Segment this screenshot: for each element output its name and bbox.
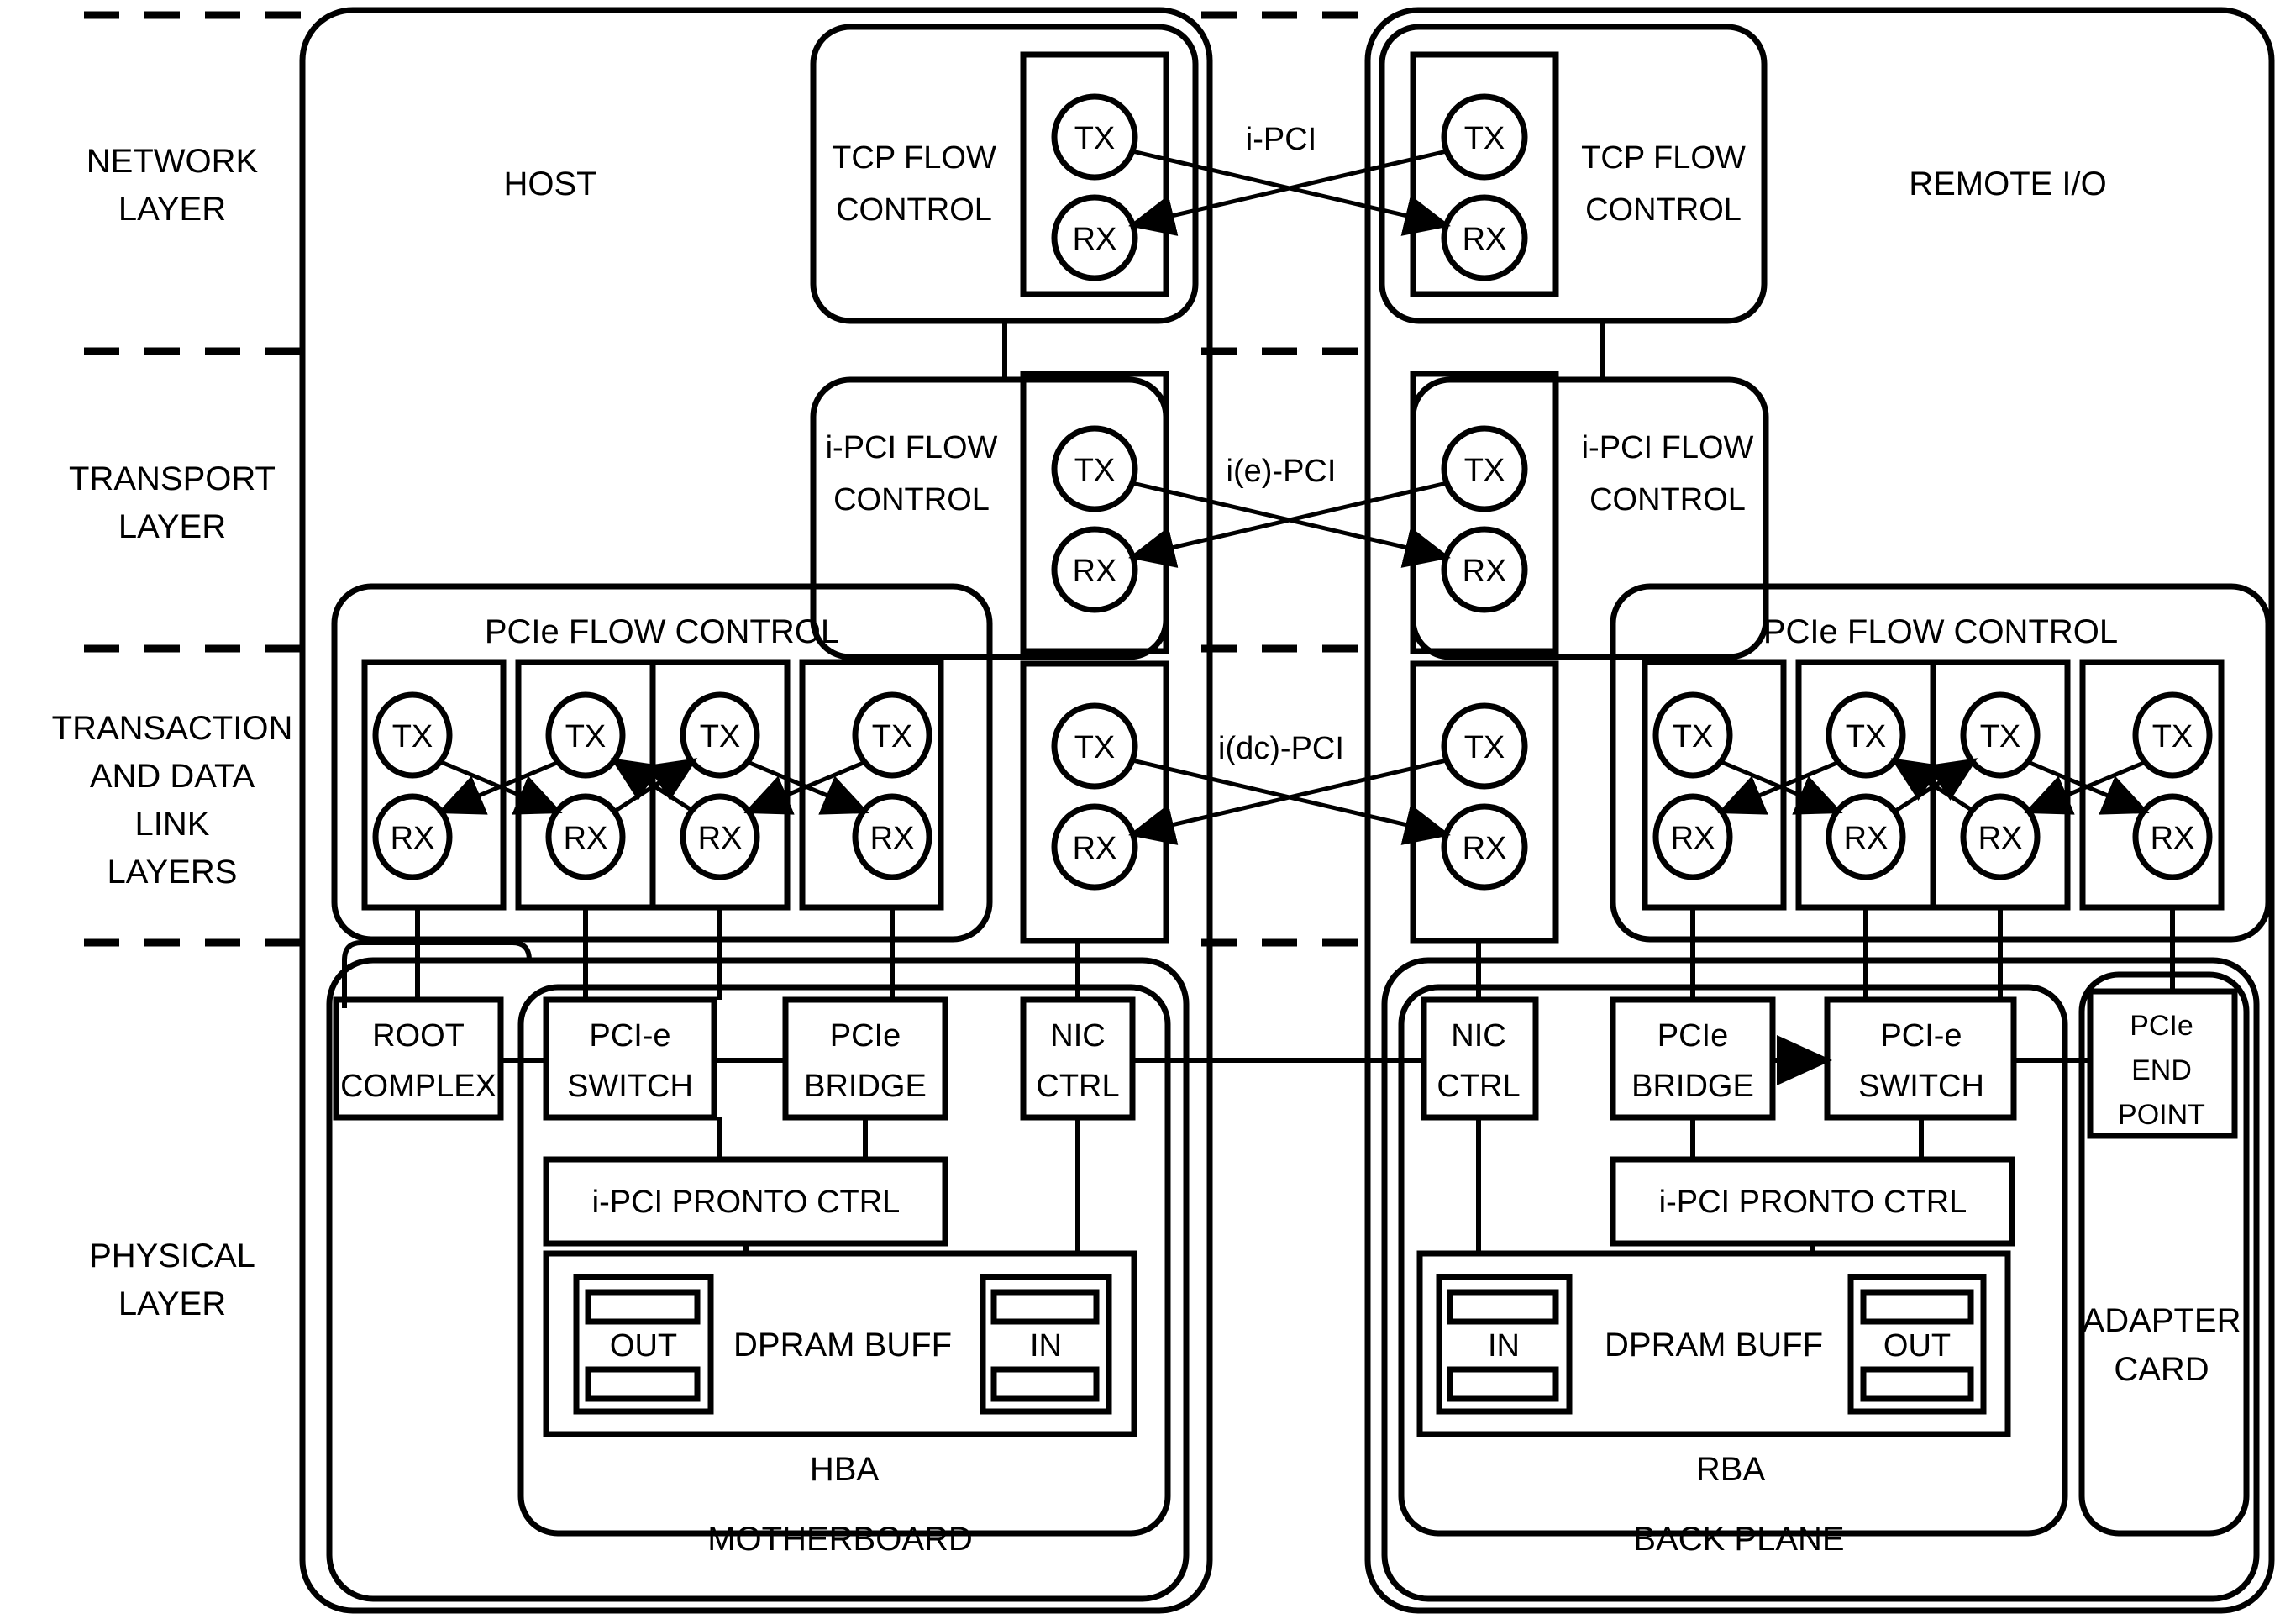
link-label-network: i-PCI bbox=[1246, 122, 1316, 157]
host-pcie-switch-label-l2: SWITCH bbox=[567, 1069, 693, 1104]
remote-nic-ctrl-label-l2: CTRL bbox=[1437, 1069, 1520, 1104]
host-lane1-tx-label: TX bbox=[392, 719, 433, 754]
layer-label-transport-l1: TRANSPORT bbox=[69, 460, 276, 497]
host-lane3-tx-label: TX bbox=[700, 719, 741, 754]
backplane-label: BACK PLANE bbox=[1633, 1521, 1844, 1558]
host-tcp-flow-label-l1: TCP FLOW bbox=[832, 140, 996, 176]
layer-label-physical-l2: LAYER bbox=[118, 1285, 226, 1322]
link-label-transport: i(e)-PCI bbox=[1227, 454, 1337, 489]
remote-lane3-rx-label: RX bbox=[1978, 821, 2023, 856]
remote-ipci-rx-label: RX bbox=[1463, 554, 1507, 589]
host-pcie-switch-label-l1: PCI-e bbox=[589, 1018, 670, 1054]
remote-pcie-bridge-label-l2: BRIDGE bbox=[1631, 1069, 1754, 1104]
pcie-end-point-label-l3: POINT bbox=[2118, 1099, 2205, 1131]
host-in-buffer-label: IN bbox=[1030, 1328, 1062, 1364]
host-lane1-rx-label: RX bbox=[391, 821, 435, 856]
diagram-canvas: NETWORK LAYER TRANSPORT LAYER TRANSACTIO… bbox=[0, 0, 2280, 1624]
remote-tcp-flow-label-l2: CONTROL bbox=[1585, 192, 1742, 228]
remote-lane3-tx-label: TX bbox=[1980, 719, 2021, 754]
remote-dc-tx-label: TX bbox=[1464, 730, 1505, 765]
remote-dc-rx-label: RX bbox=[1463, 831, 1507, 866]
host-pcie-bridge-label-l2: BRIDGE bbox=[804, 1069, 927, 1104]
rba-label: RBA bbox=[1696, 1451, 1766, 1488]
host-lane4-rx-label: RX bbox=[870, 821, 915, 856]
layered-architecture-diagram: NETWORK LAYER TRANSPORT LAYER TRANSACTIO… bbox=[0, 0, 2280, 1624]
remote-lane2-rx-label: RX bbox=[1844, 821, 1889, 856]
host-ipci-flow-label-l1: i-PCI FLOW bbox=[826, 430, 998, 465]
layer-label-physical-l1: PHYSICAL bbox=[89, 1238, 255, 1274]
remote-nic-ctrl-label-l1: NIC bbox=[1451, 1018, 1505, 1054]
host-tcp-rx-label: RX bbox=[1073, 222, 1117, 257]
remote-pcie-switch-label-l1: PCI-e bbox=[1880, 1018, 1962, 1054]
canvas-background bbox=[0, 0, 2280, 1624]
hba-label: HBA bbox=[810, 1451, 880, 1488]
layer-label-transaction-l2: AND DATA bbox=[90, 758, 255, 795]
layer-label-transport-l2: LAYER bbox=[118, 508, 226, 545]
adapter-card-label-l1: ADAPTER bbox=[2083, 1302, 2241, 1339]
remote-pcie-bridge-label-l1: PCIe bbox=[1657, 1018, 1728, 1054]
root-complex-label-l1: ROOT bbox=[372, 1018, 465, 1054]
remote-in-buffer-label: IN bbox=[1488, 1328, 1520, 1364]
host-ipci-rx-label: RX bbox=[1073, 554, 1117, 589]
motherboard-label: MOTHERBOARD bbox=[707, 1521, 973, 1558]
link-label-transaction: i(dc)-PCI bbox=[1218, 731, 1344, 766]
host-tcp-tx-label: TX bbox=[1074, 121, 1116, 156]
remote-out-buffer-label: OUT bbox=[1883, 1328, 1951, 1364]
host-dc-rx-label: RX bbox=[1073, 831, 1117, 866]
remote-tcp-flow-label-l1: TCP FLOW bbox=[1581, 140, 1746, 176]
remote-lane2-tx-label: TX bbox=[1846, 719, 1887, 754]
host-nic-ctrl-label-l2: CTRL bbox=[1036, 1069, 1119, 1104]
host-pcie-bridge-label-l1: PCIe bbox=[830, 1018, 901, 1054]
host-dpram-buff-label: DPRAM BUFF bbox=[733, 1327, 952, 1364]
host-lane4-tx-label: TX bbox=[872, 719, 913, 754]
host-pcie-flow-label: PCIe FLOW CONTROL bbox=[485, 613, 839, 650]
remote-lane4-rx-label: RX bbox=[2151, 821, 2195, 856]
remote-ipci-flow-label-l1: i-PCI FLOW bbox=[1582, 430, 1754, 465]
remote-ipci-tx-label: TX bbox=[1464, 453, 1505, 488]
adapter-card-label-l2: CARD bbox=[2114, 1351, 2209, 1388]
layer-label-network-l1: NETWORK bbox=[87, 143, 259, 180]
layer-label-transaction-l1: TRANSACTION bbox=[52, 710, 293, 747]
remote-pcie-switch-label-l2: SWITCH bbox=[1858, 1069, 1984, 1104]
host-pronto-ctrl-label: i-PCI PRONTO CTRL bbox=[592, 1185, 901, 1220]
layer-label-transaction-l4: LAYERS bbox=[108, 854, 238, 891]
remote-tcp-rx-label: RX bbox=[1463, 222, 1507, 257]
pcie-end-point-label-l1: PCIe bbox=[2130, 1010, 2193, 1042]
host-dc-tx-label: TX bbox=[1074, 730, 1116, 765]
host-lane2-rx-label: RX bbox=[564, 821, 608, 856]
host-out-buffer-label: OUT bbox=[610, 1328, 677, 1364]
remote-io-title: REMOTE I/O bbox=[1909, 166, 2107, 202]
host-tcp-flow-label-l2: CONTROL bbox=[836, 192, 992, 228]
remote-dpram-buff-label: DPRAM BUFF bbox=[1605, 1327, 1823, 1364]
remote-lane4-tx-label: TX bbox=[2152, 719, 2193, 754]
remote-ipci-flow-label-l2: CONTROL bbox=[1589, 482, 1746, 518]
layer-label-network-l2: LAYER bbox=[118, 191, 226, 228]
remote-tcp-tx-label: TX bbox=[1464, 121, 1505, 156]
remote-lane1-tx-label: TX bbox=[1673, 719, 1714, 754]
host-ipci-flow-label-l2: CONTROL bbox=[833, 482, 990, 518]
root-complex-label-l2: COMPLEX bbox=[340, 1069, 496, 1104]
host-nic-ctrl-label-l1: NIC bbox=[1050, 1018, 1105, 1054]
host-ipci-tx-label: TX bbox=[1074, 453, 1116, 488]
host-title: HOST bbox=[503, 166, 596, 202]
remote-pronto-ctrl-label: i-PCI PRONTO CTRL bbox=[1659, 1185, 1967, 1220]
pcie-end-point-label-l2: END bbox=[2131, 1054, 2192, 1086]
remote-pcie-flow-label: PCIe FLOW CONTROL bbox=[1763, 613, 2118, 650]
host-lane2-tx-label: TX bbox=[565, 719, 607, 754]
remote-lane1-rx-label: RX bbox=[1671, 821, 1715, 856]
layer-label-transaction-l3: LINK bbox=[135, 806, 210, 843]
host-lane3-rx-label: RX bbox=[698, 821, 743, 856]
